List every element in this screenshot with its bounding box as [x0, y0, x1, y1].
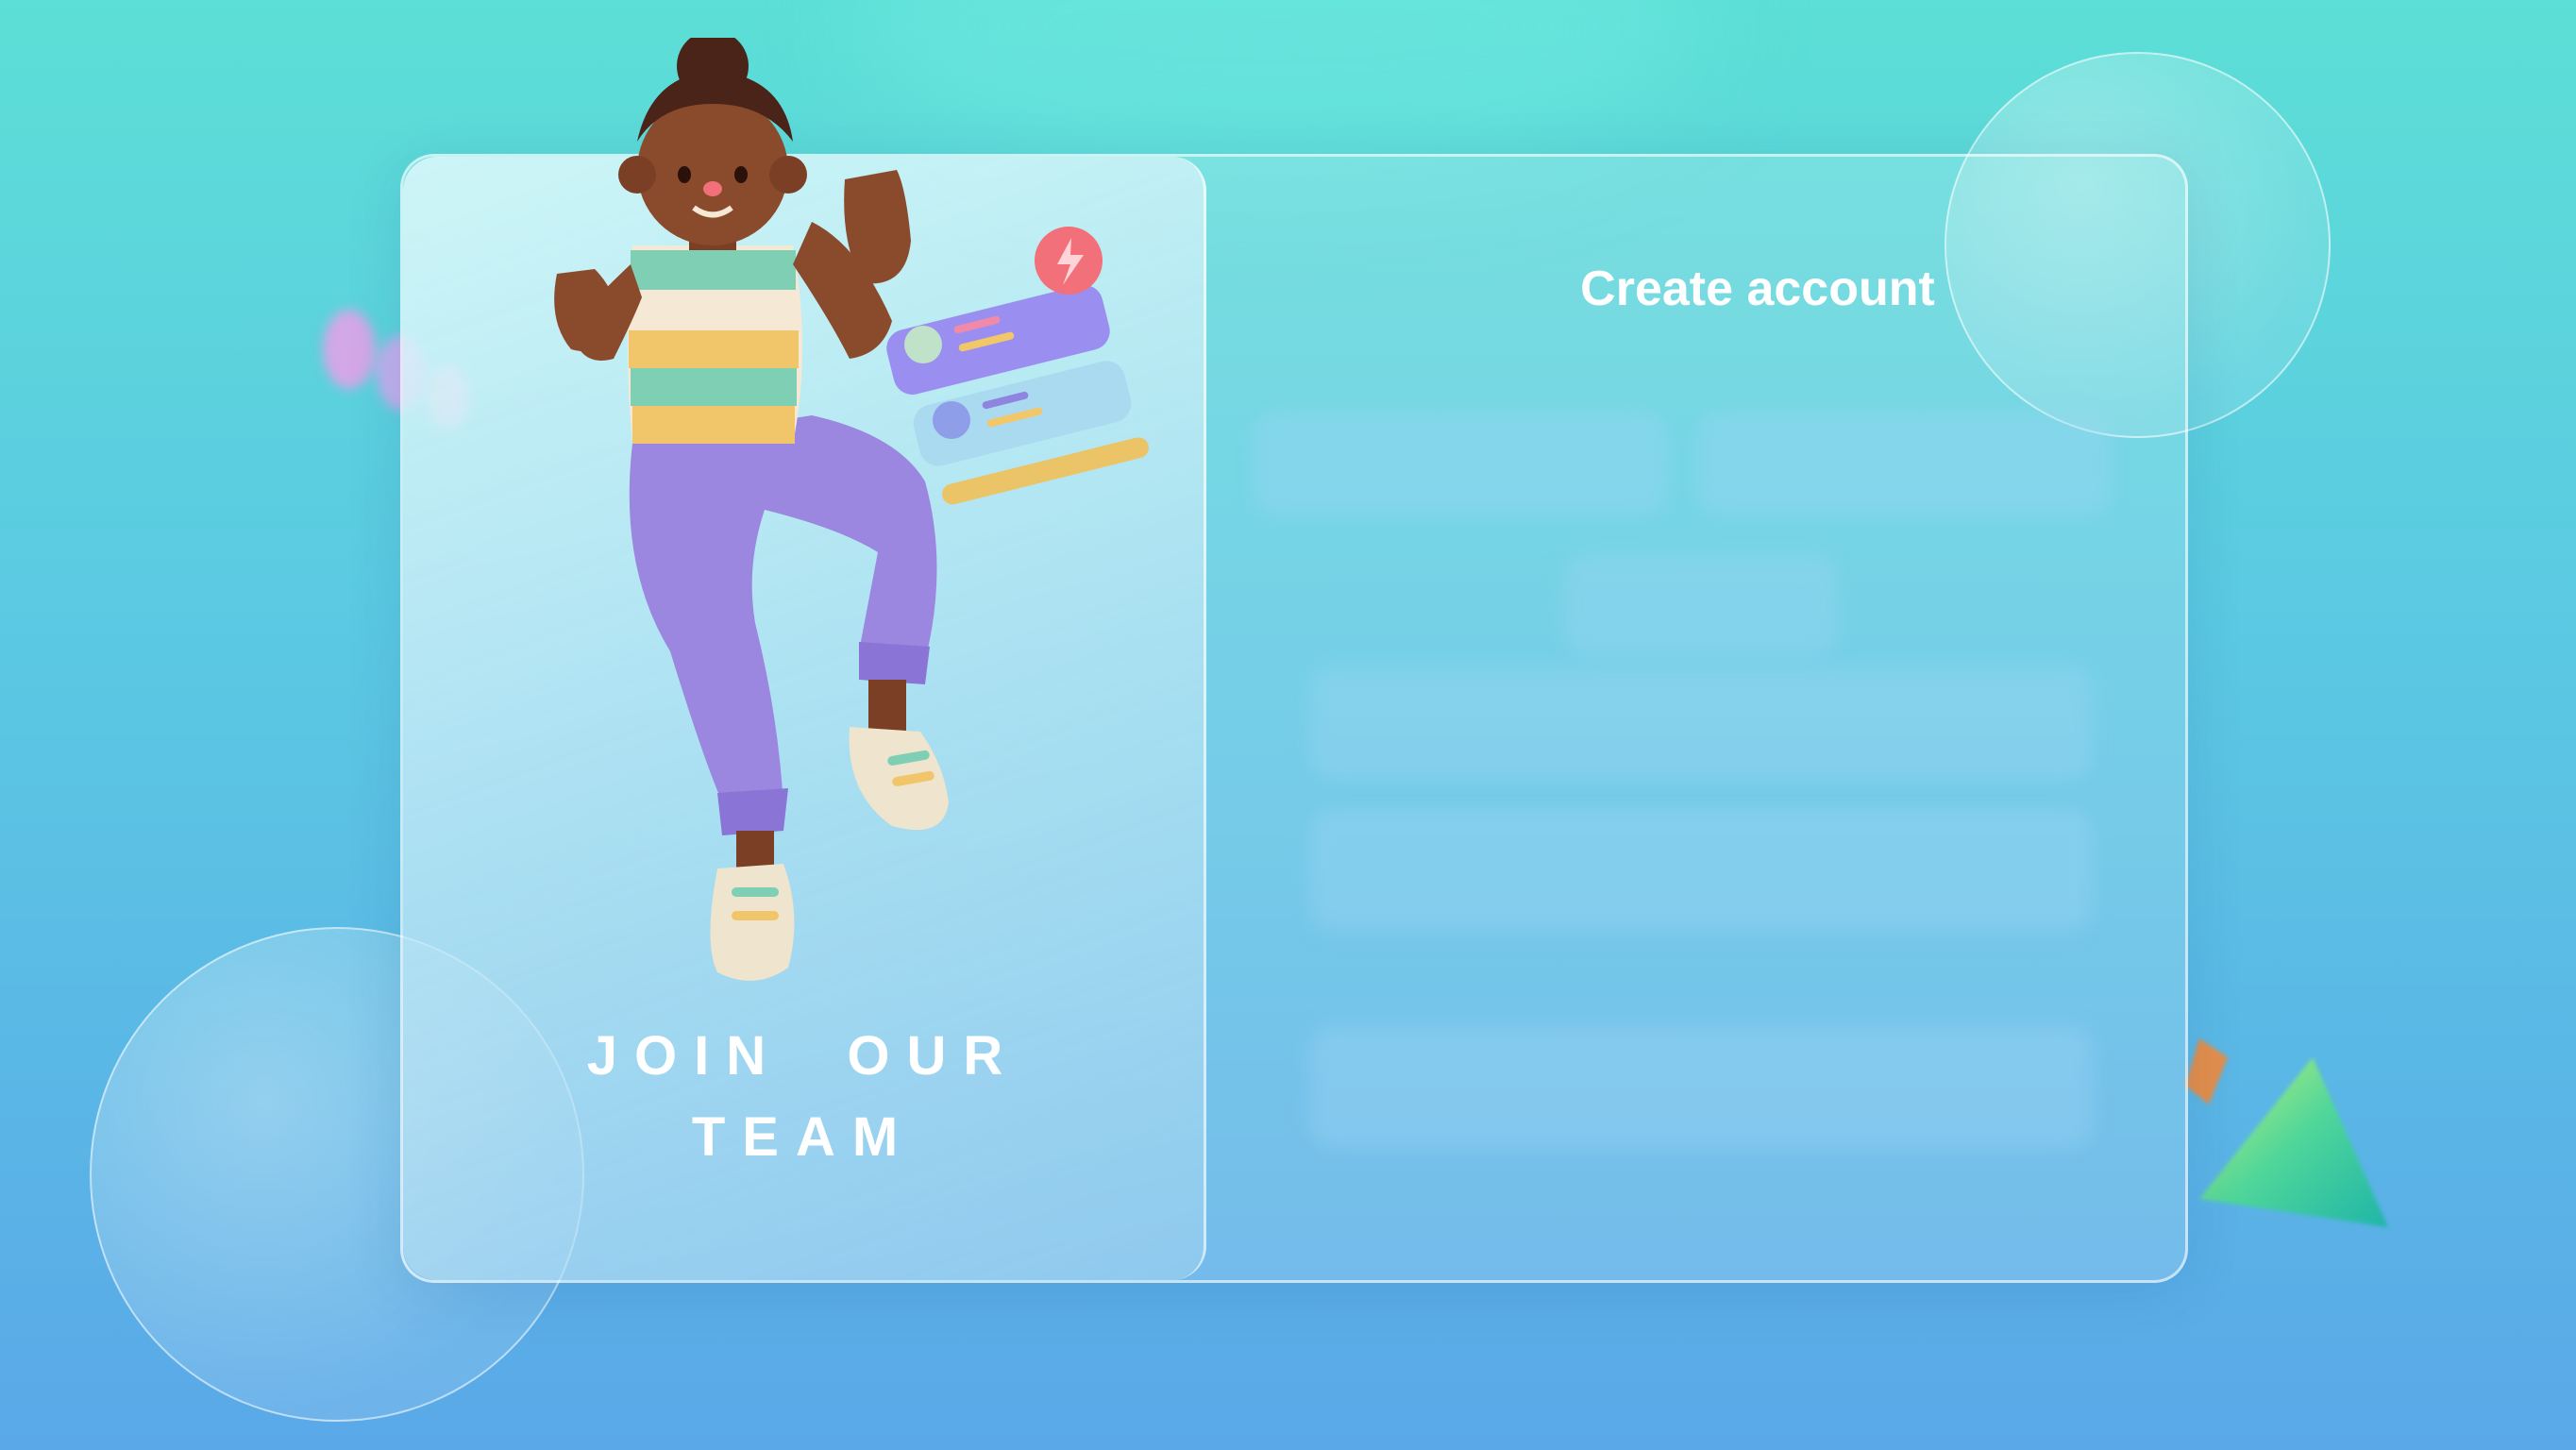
- form-field-first-name[interactable]: [1253, 412, 1668, 515]
- join-team-line2: TEAM: [691, 1106, 916, 1168]
- lightning-badge-icon: [1035, 227, 1103, 295]
- form-field-username[interactable]: [1564, 553, 1838, 657]
- notification-card-icon: [886, 284, 1149, 505]
- page-title: Create account: [1580, 261, 1935, 316]
- join-team-line1: JOIN OUR: [586, 1025, 1020, 1087]
- form-field-password[interactable]: [1309, 808, 2093, 931]
- cone-decoration: [2185, 1038, 2388, 1227]
- join-team-heading: JOIN OUR TEAM: [403, 1016, 1204, 1178]
- form-field-email[interactable]: [1309, 666, 2093, 780]
- illustration-person: [554, 38, 1149, 981]
- form-submit-button[interactable]: [1309, 1025, 2093, 1148]
- form-field-last-name[interactable]: [1696, 412, 2112, 515]
